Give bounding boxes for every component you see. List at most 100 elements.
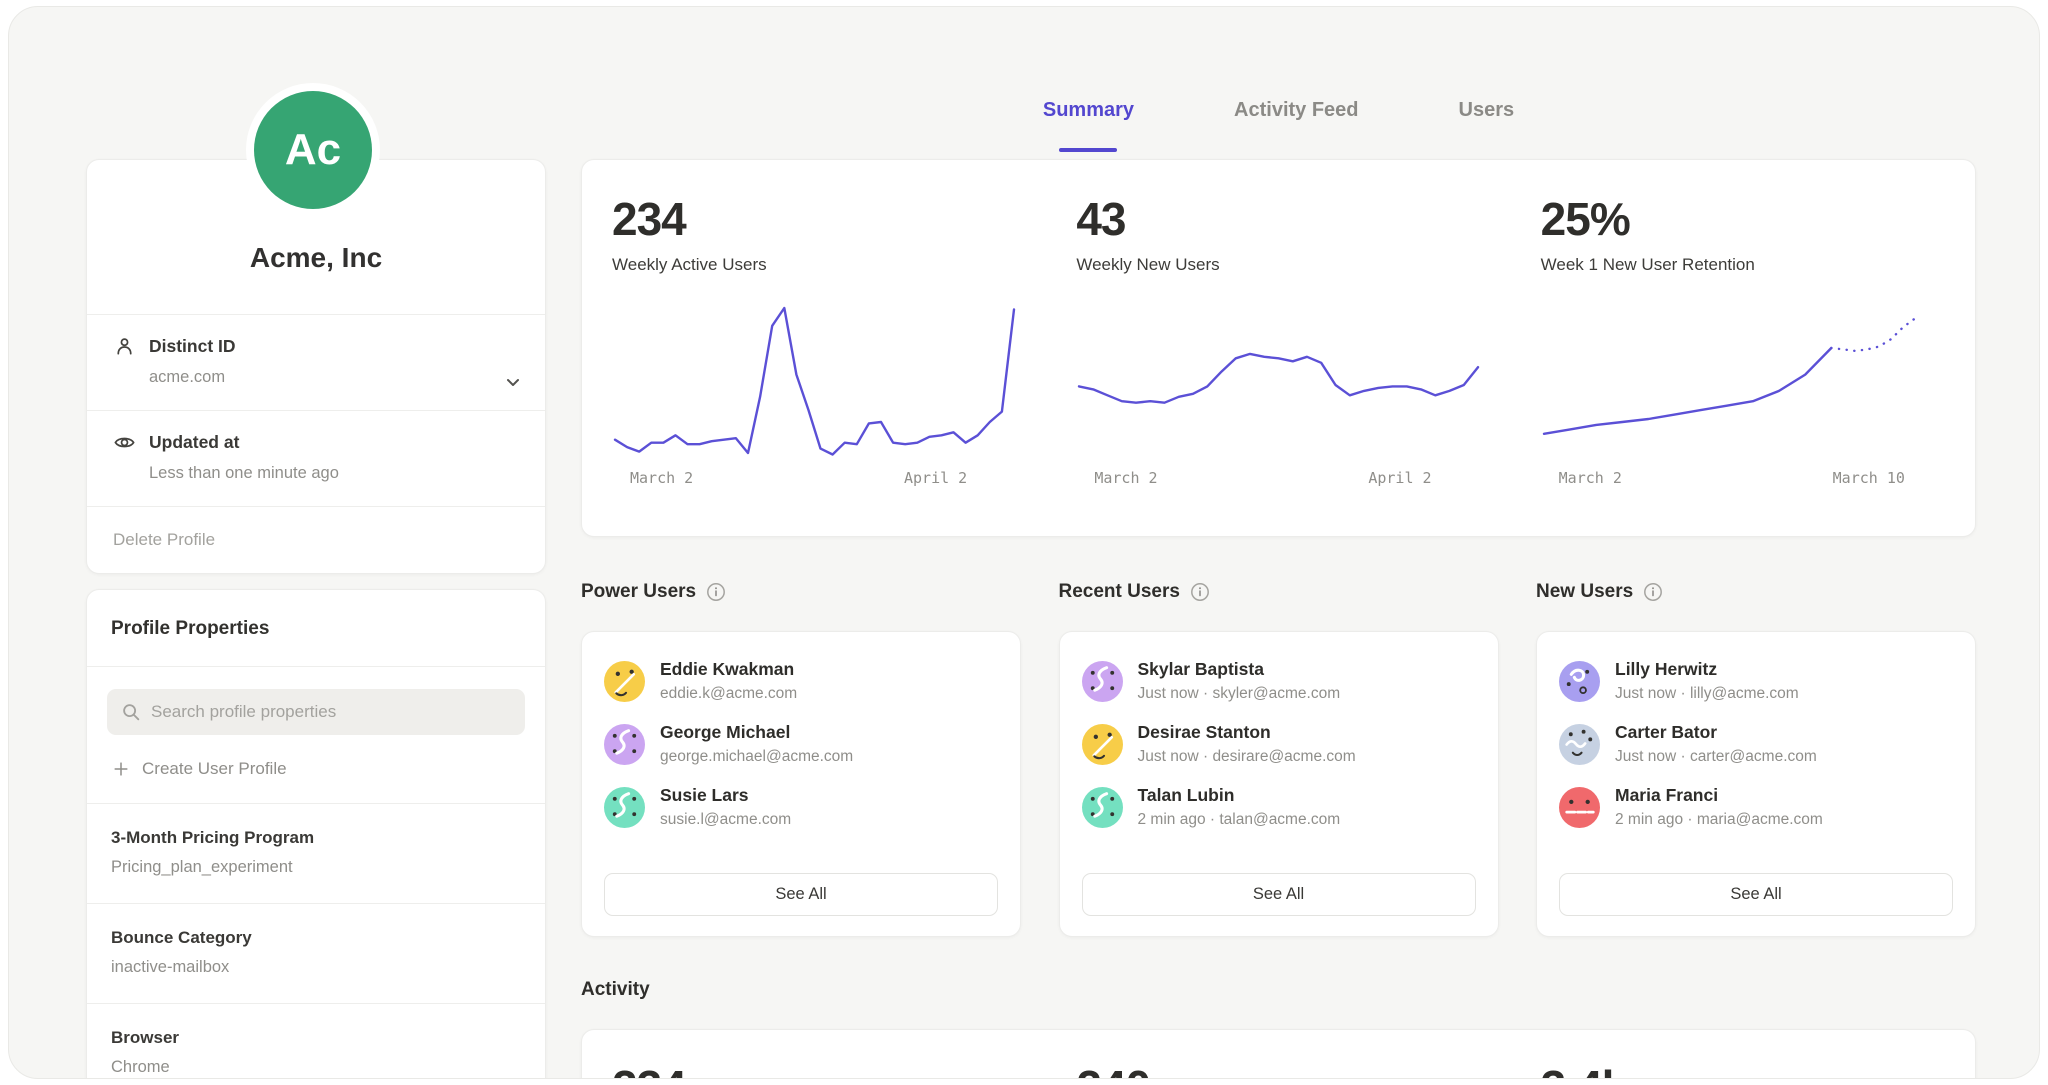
new-users-heading: New Users — [1536, 581, 1976, 603]
user-list-item[interactable]: George Michael george.michael@acme.com — [604, 722, 998, 766]
user-name: Skylar Baptista — [1138, 659, 1341, 680]
activity-stat: 240 — [1046, 1030, 1510, 1079]
see-all-button[interactable]: See All — [604, 873, 998, 916]
power-users-title: Power Users — [581, 581, 696, 603]
company-avatar: Ac — [246, 83, 380, 217]
power-users-card: Eddie Kwakman eddie.k@acme.com George Mi… — [581, 631, 1021, 937]
user-email: Just now · desirare@acme.com — [1138, 748, 1356, 766]
property-value: inactive-mailbox — [111, 958, 521, 977]
create-user-profile-button[interactable]: Create User Profile — [87, 755, 545, 803]
user-name: Susie Lars — [660, 785, 791, 806]
activity-card: 234 240 3.4k — [581, 1029, 1976, 1079]
face-icon — [604, 724, 645, 765]
updated-at-value: Less than one minute ago — [149, 464, 339, 483]
see-all-button[interactable]: See All — [1082, 873, 1476, 916]
profile-properties-search[interactable] — [107, 689, 525, 735]
activity-stat: 3.4k — [1511, 1030, 1975, 1079]
see-all-button[interactable]: See All — [1559, 873, 1953, 916]
recent-users-heading: Recent Users — [1059, 581, 1499, 603]
chevron-down-icon[interactable] — [501, 370, 525, 394]
user-list-headings: Power Users Recent Users New Users — [581, 581, 1976, 603]
person-icon — [113, 335, 136, 358]
activity-heading: Activity — [581, 979, 650, 1001]
user-list-item[interactable]: Maria Franci 2 min ago · maria@acme.com — [1559, 785, 1953, 829]
activity-value: 234 — [612, 1060, 1046, 1079]
user-email: Just now · carter@acme.com — [1615, 748, 1817, 766]
user-name: Lilly Herwitz — [1615, 659, 1799, 680]
user-list-item[interactable]: Skylar Baptista Just now · skyler@acme.c… — [1082, 659, 1476, 703]
user-list-item[interactable]: Talan Lubin 2 min ago · talan@acme.com — [1082, 785, 1476, 829]
week1-retention-sparkline — [1541, 303, 1946, 461]
user-name: Desirae Stanton — [1138, 722, 1356, 743]
stat-value: 234 — [612, 192, 1046, 246]
user-email: 2 min ago · maria@acme.com — [1615, 811, 1823, 829]
face-icon — [1082, 724, 1123, 765]
user-avatar — [604, 724, 645, 765]
user-email: susie.l@acme.com — [660, 811, 791, 829]
user-avatar — [1082, 787, 1123, 828]
tab-users[interactable]: Users — [1459, 99, 1515, 152]
search-icon — [120, 701, 142, 723]
info-icon[interactable] — [1190, 582, 1210, 602]
face-icon — [604, 661, 645, 702]
user-list-item[interactable]: Desirae Stanton Just now · desirare@acme… — [1082, 722, 1476, 766]
property-label: 3-Month Pricing Program — [111, 828, 521, 848]
info-icon[interactable] — [1643, 582, 1663, 602]
user-email: Just now · skyler@acme.com — [1138, 685, 1341, 703]
delete-profile-button[interactable]: Delete Profile — [87, 506, 545, 573]
user-list-item[interactable]: Eddie Kwakman eddie.k@acme.com — [604, 659, 998, 703]
tab-summary[interactable]: Summary — [1043, 99, 1134, 152]
profile-properties-title: Profile Properties — [87, 590, 545, 667]
plus-icon — [111, 759, 131, 779]
stat-value: 43 — [1076, 192, 1510, 246]
company-profile-page: Ac Acme, Inc Distinct ID acme.com Update… — [8, 6, 2040, 1079]
weekly-active-users-sparkline — [612, 303, 1017, 461]
user-list-item[interactable]: Lilly Herwitz Just now · lilly@acme.com — [1559, 659, 1953, 703]
create-user-profile-label: Create User Profile — [142, 759, 287, 779]
distinct-id-value: acme.com — [149, 368, 236, 387]
x-tick-right: April 2 — [1368, 469, 1431, 487]
summary-stats-card: 234 Weekly Active Users March 2 April 2 … — [581, 159, 1976, 537]
stat-label: Weekly Active Users — [612, 255, 1046, 275]
activity-stat: 234 — [582, 1030, 1046, 1079]
profile-properties-card: Profile Properties Create User Profile 3… — [86, 589, 546, 1079]
power-users-heading: Power Users — [581, 581, 1021, 603]
x-tick-right: March 10 — [1833, 469, 1905, 487]
user-avatar — [1559, 724, 1600, 765]
face-icon — [1082, 787, 1123, 828]
user-email: eddie.k@acme.com — [660, 685, 797, 703]
face-icon — [1559, 661, 1600, 702]
search-input[interactable] — [151, 702, 512, 722]
distinct-id-row[interactable]: Distinct ID acme.com — [87, 314, 545, 410]
x-axis: March 2 April 2 — [612, 469, 1017, 489]
property-row[interactable]: Browser Chrome — [87, 1003, 545, 1079]
user-name: Carter Bator — [1615, 722, 1817, 743]
tab-activity-feed[interactable]: Activity Feed — [1234, 99, 1358, 152]
user-avatar — [1559, 787, 1600, 828]
user-list-item[interactable]: Carter Bator Just now · carter@acme.com — [1559, 722, 1953, 766]
user-email: Just now · lilly@acme.com — [1615, 685, 1799, 703]
stat-label: Weekly New Users — [1076, 255, 1510, 275]
user-avatar — [1082, 724, 1123, 765]
x-tick-left: March 2 — [630, 469, 693, 487]
updated-at-label: Updated at — [149, 432, 339, 453]
property-row[interactable]: 3-Month Pricing Program Pricing_plan_exp… — [87, 803, 545, 903]
stat-value: 25% — [1541, 192, 1975, 246]
face-icon — [1559, 724, 1600, 765]
user-email: 2 min ago · talan@acme.com — [1138, 811, 1341, 829]
info-icon[interactable] — [706, 582, 726, 602]
face-icon — [604, 787, 645, 828]
property-label: Browser — [111, 1028, 521, 1048]
property-row[interactable]: Bounce Category inactive-mailbox — [87, 903, 545, 1003]
user-list-cards: Eddie Kwakman eddie.k@acme.com George Mi… — [581, 631, 1976, 937]
property-value: Chrome — [111, 1058, 521, 1077]
user-email: george.michael@acme.com — [660, 748, 853, 766]
profile-summary-card: Acme, Inc Distinct ID acme.com Updated a… — [86, 159, 546, 574]
stat-week1-retention: 25% Week 1 New User Retention March 2 Ma… — [1511, 160, 1975, 536]
x-tick-right: April 2 — [904, 469, 967, 487]
x-axis: March 2 April 2 — [1076, 469, 1481, 489]
property-value: Pricing_plan_experiment — [111, 858, 521, 877]
user-avatar — [604, 787, 645, 828]
user-list-item[interactable]: Susie Lars susie.l@acme.com — [604, 785, 998, 829]
user-name: Maria Franci — [1615, 785, 1823, 806]
